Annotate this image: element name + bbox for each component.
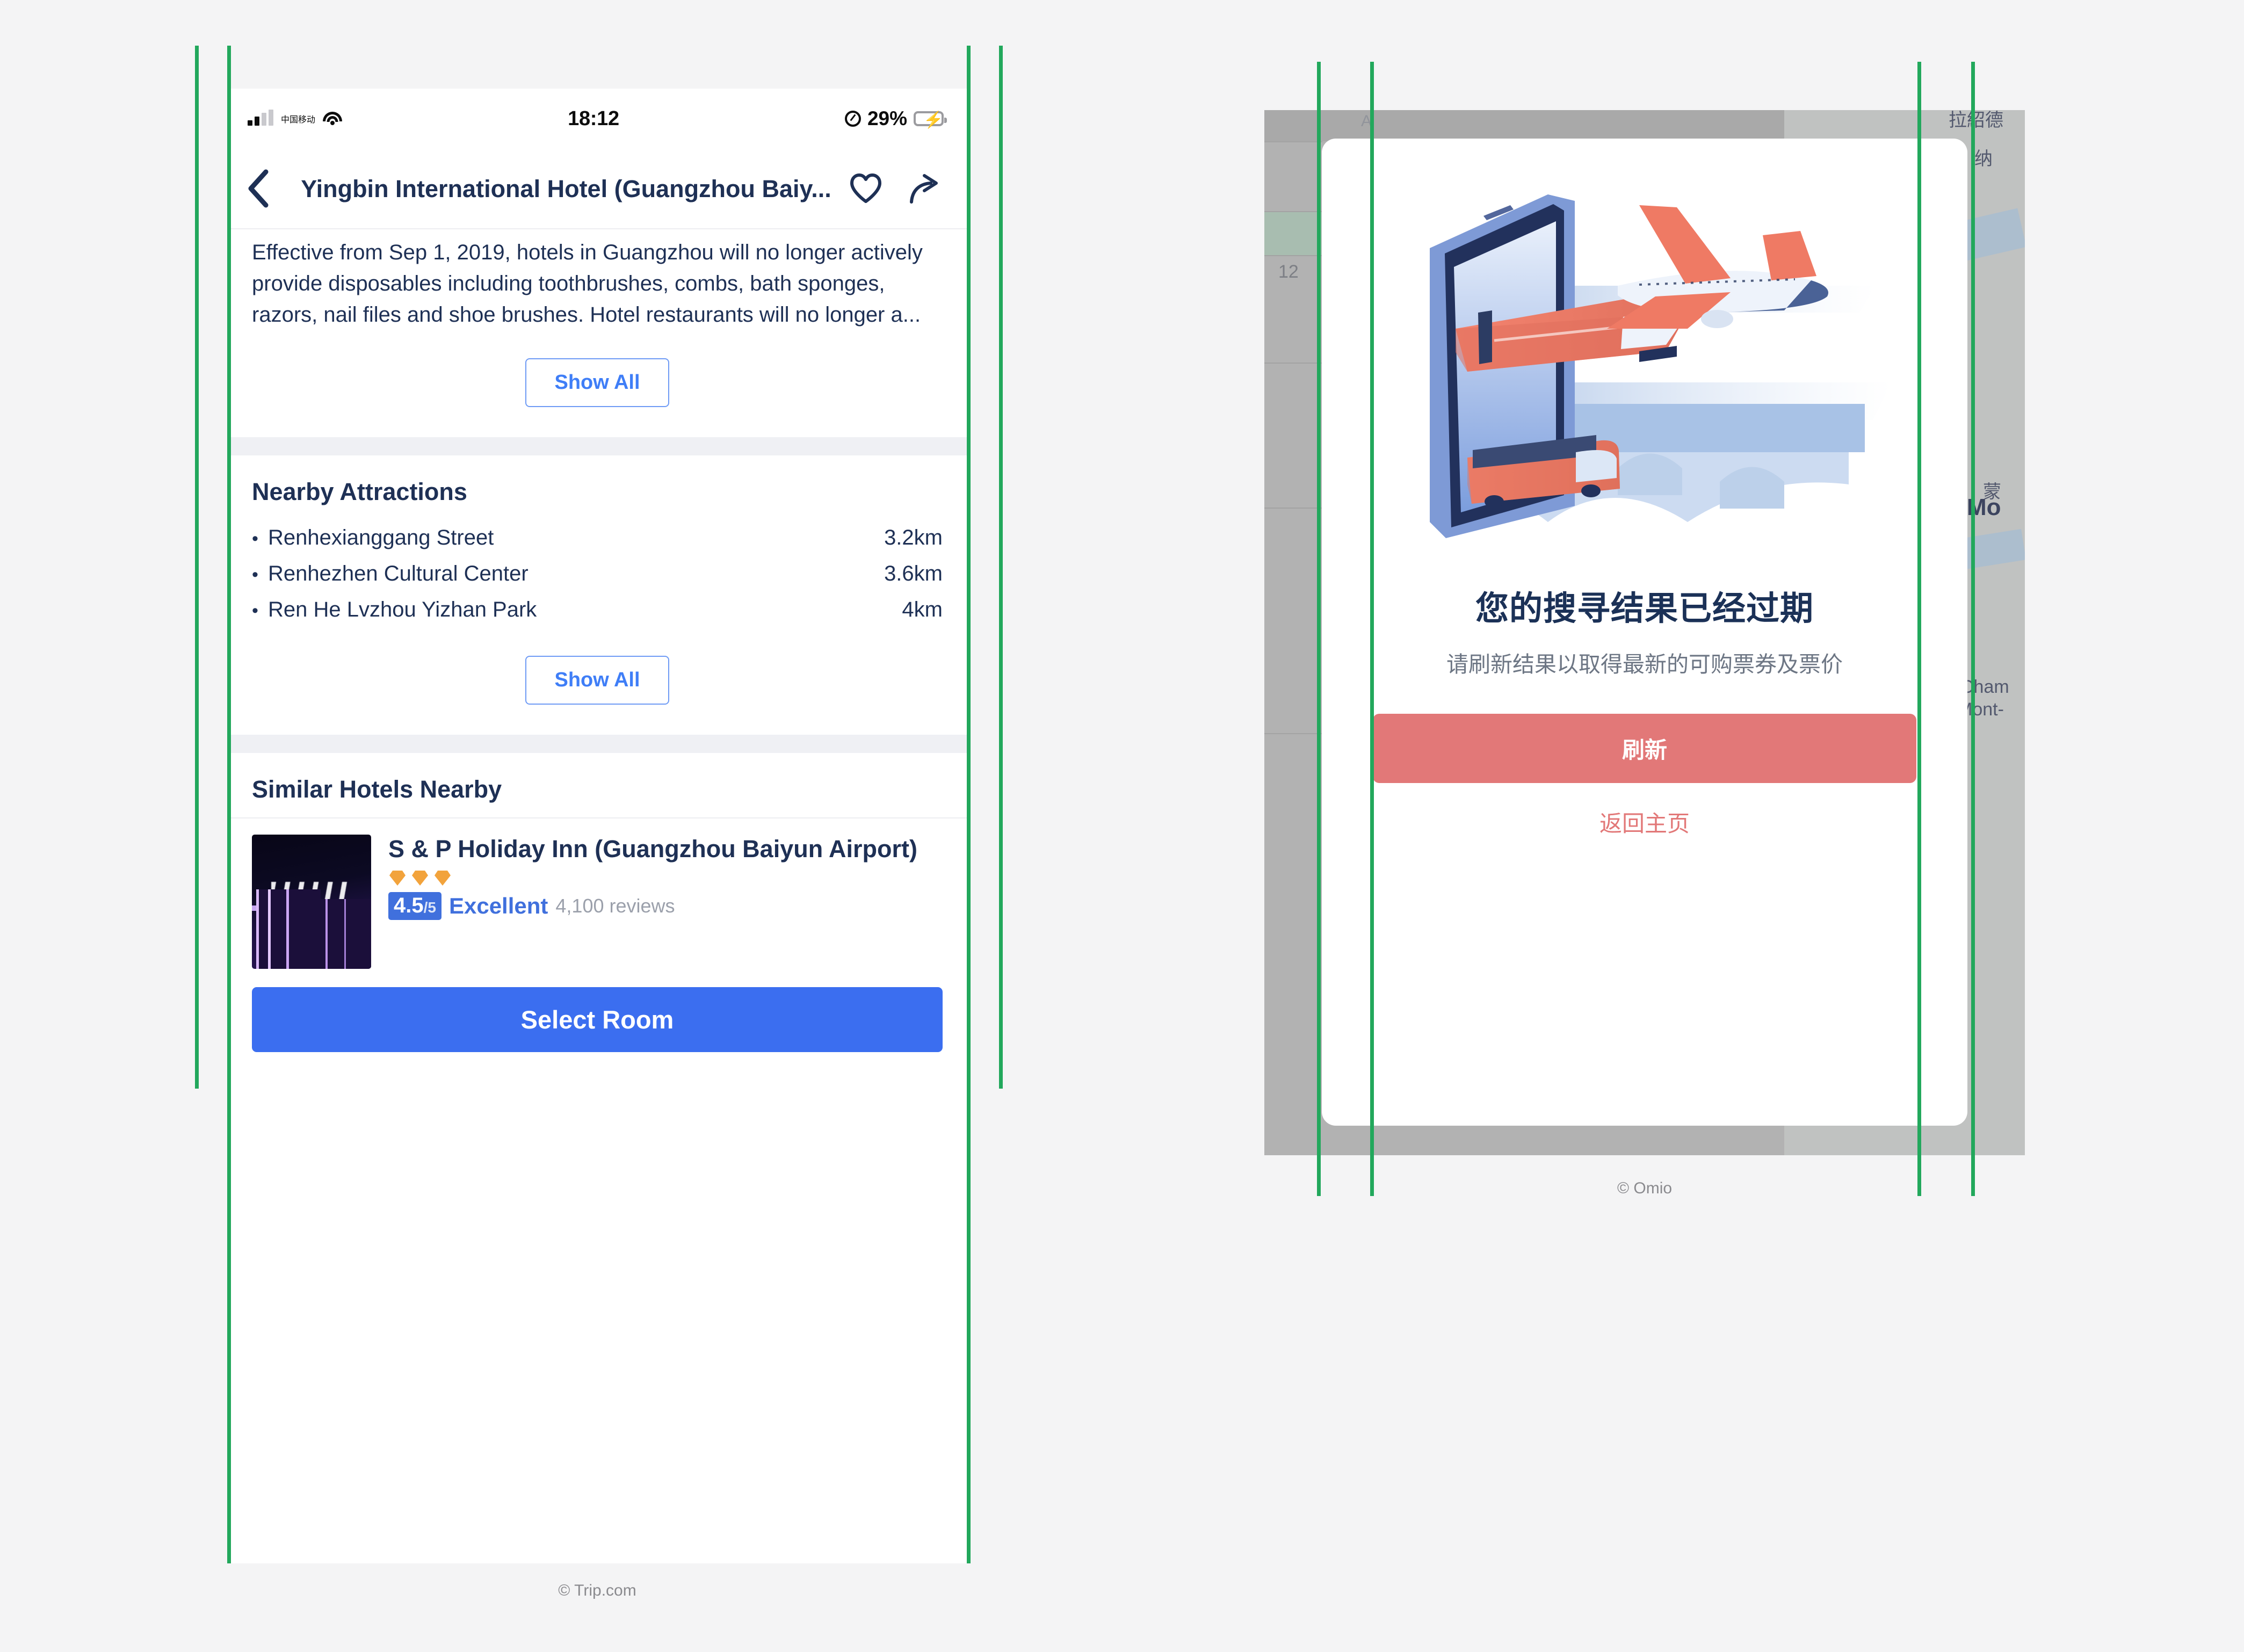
nearby-attractions-section: Nearby Attractions • Renhexianggang Stre…: [227, 455, 967, 735]
attractions-show-all-wrap: Show All: [252, 628, 943, 735]
bullet-icon: •: [252, 564, 258, 585]
attraction-name: Ren He Lvzhou Yizhan Park: [268, 598, 537, 621]
gem-icon: [389, 871, 406, 886]
phone-train-bus-plane-illustration: [1430, 194, 1892, 538]
schedule-row: [1264, 142, 1322, 212]
battery-percent-label: 29%: [867, 107, 907, 129]
nav-actions: [849, 173, 949, 204]
guide-line: [1370, 62, 1374, 1196]
attraction-name: Renhexianggang Street: [268, 526, 494, 549]
guide-line: [195, 46, 199, 1089]
wifi-icon: [323, 111, 343, 126]
schedule-row: [1264, 509, 1322, 734]
review-count: 4,100 reviews: [555, 895, 675, 917]
section-divider: [227, 735, 967, 753]
location-arrow-icon: [844, 111, 861, 127]
rating-scale: /5: [423, 899, 436, 916]
rating-word: Excellent: [448, 893, 548, 918]
nearby-attractions-title: Nearby Attractions: [252, 478, 467, 505]
signal-strength-icon: [248, 110, 273, 126]
attraction-distance: 4km: [902, 598, 943, 621]
refresh-button[interactable]: 刷新: [1373, 714, 1916, 784]
map-label: 拉紹德: [1949, 110, 2003, 131]
trip-com-hotel-detail-screen: 中国移动 18:12 29% ⚡ Yingbin International H…: [227, 89, 967, 1563]
attractions-list: • Renhexianggang Street 3.2km • Renhezhe…: [252, 520, 943, 628]
attraction-distance: 3.2km: [884, 526, 943, 549]
guide-line: [1917, 62, 1921, 1196]
schedule-time-label: 12: [1278, 262, 1299, 282]
status-bar: 中国移动 18:12 29% ⚡: [227, 89, 967, 149]
guide-line: [1971, 62, 1975, 1196]
battery-charging-icon: ⚡: [914, 111, 947, 128]
gem-icon: [435, 871, 451, 886]
bullet-icon: •: [252, 600, 258, 621]
schedule-row-highlighted: [1264, 212, 1322, 256]
hotel-thumbnail: [252, 835, 371, 969]
star-rating-gems: [388, 864, 943, 890]
back-to-home-link[interactable]: 返回主页: [1599, 806, 1690, 838]
rating-row: 4.5/5 Excellent 4,100 reviews: [388, 890, 943, 920]
rating-badge: 4.5/5: [388, 892, 441, 920]
schedule-row: [1264, 110, 1322, 142]
similar-hotel-card-wrap: S & P Holiday Inn (Guangzhou Baiyun Airp…: [227, 818, 967, 1066]
nav-bar: Yingbin International Hotel (Guangzhou B…: [227, 149, 967, 229]
list-item[interactable]: • Ren He Lvzhou Yizhan Park 4km: [252, 592, 943, 628]
guide-line: [227, 46, 231, 1563]
share-arrow-icon[interactable]: [907, 173, 940, 204]
guide-line: [967, 46, 971, 1563]
policy-show-all-button[interactable]: Show All: [525, 358, 669, 407]
hotel-info: S & P Holiday Inn (Guangzhou Baiyun Airp…: [388, 835, 943, 969]
policy-show-all-wrap: Show All: [252, 330, 943, 437]
modal-subtitle: 请刷新结果以取得最新的可购票券及票价: [1446, 652, 1843, 677]
right-panel-caption: © Omio: [1617, 1179, 1673, 1197]
attractions-show-all-button[interactable]: Show All: [525, 656, 669, 705]
list-item[interactable]: • Renhezhen Cultural Center 3.6km: [252, 556, 943, 592]
similar-hotels-section: Similar Hotels Nearby: [227, 753, 967, 817]
section-divider: [227, 437, 967, 455]
list-item[interactable]: • Renhexianggang Street 3.2km: [252, 520, 943, 556]
hotel-policy-section: Effective from Sep 1, 2019, hotels in Gu…: [227, 229, 967, 437]
map-label: 纳: [1974, 149, 1993, 169]
schedule-column: 12: [1264, 110, 1322, 1155]
modal-title: 您的搜寻结果已经过期: [1475, 590, 1814, 627]
back-button[interactable]: [245, 169, 283, 208]
status-bar-left: 中国移动: [248, 110, 343, 126]
status-bar-clock: 18:12: [568, 107, 619, 130]
gem-icon: [412, 871, 428, 886]
left-panel-caption: © Trip.com: [558, 1582, 636, 1599]
page-title: Yingbin International Hotel (Guangzhou B…: [301, 175, 831, 202]
similar-hotels-title: Similar Hotels Nearby: [252, 776, 502, 803]
schedule-row: 12: [1264, 256, 1322, 364]
hotel-name: S & P Holiday Inn (Guangzhou Baiyun Airp…: [388, 835, 918, 863]
select-room-wrap: Select Room: [252, 969, 943, 1066]
hotel-card[interactable]: S & P Holiday Inn (Guangzhou Baiyun Airp…: [252, 818, 943, 969]
policy-text: Effective from Sep 1, 2019, hotels in Gu…: [252, 241, 923, 327]
guide-line: [999, 46, 1003, 1089]
rating-score: 4.5: [394, 894, 424, 917]
guide-line: [1317, 62, 1321, 1196]
select-room-button[interactable]: Select Room: [252, 987, 943, 1052]
heart-icon[interactable]: [849, 173, 882, 204]
screenshot-canvas: 中国移动 18:12 29% ⚡ Yingbin International H…: [0, 0, 2244, 1652]
attraction-name: Renhezhen Cultural Center: [268, 562, 529, 585]
expired-search-modal: 您的搜寻结果已经过期 请刷新结果以取得最新的可购票券及票价 刷新 返回主页: [1322, 139, 1967, 1126]
status-bar-right: 29% ⚡: [844, 107, 947, 130]
schedule-row: [1264, 364, 1322, 509]
carrier-label: 中国移动: [281, 115, 316, 125]
bullet-icon: •: [252, 528, 258, 549]
map-label: Cham: [1960, 677, 2009, 697]
attraction-distance: 3.6km: [884, 562, 943, 585]
